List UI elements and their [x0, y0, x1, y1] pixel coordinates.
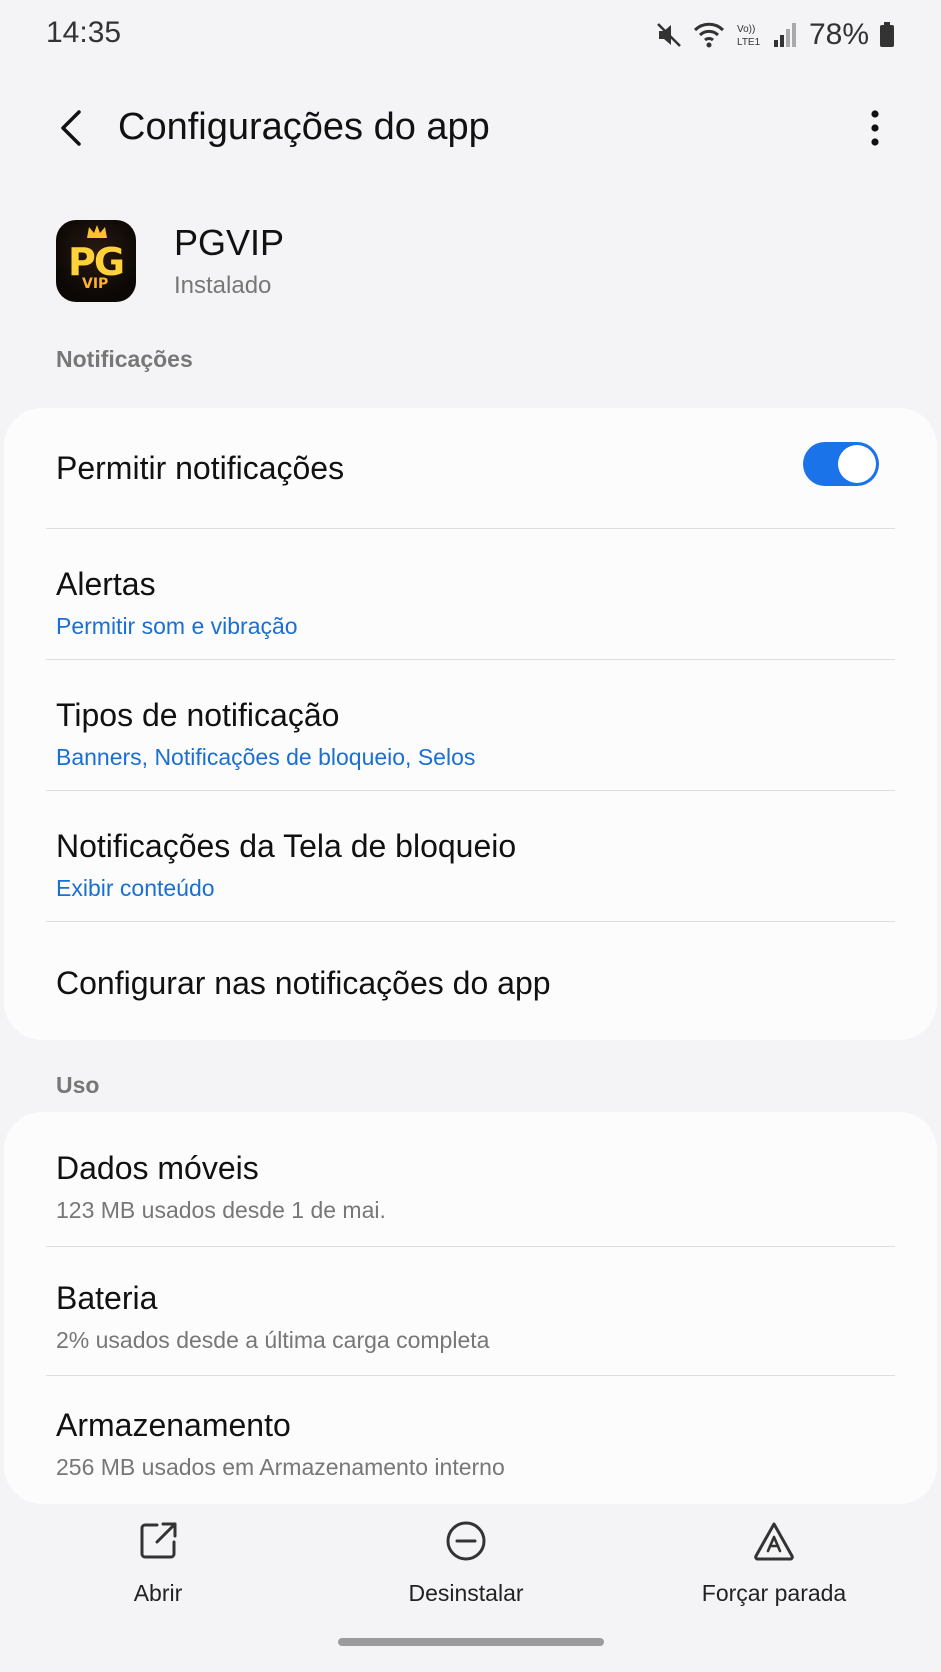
- storage-subtitle: 256 MB usados em Armazenamento interno: [56, 1454, 505, 1480]
- battery-icon: [879, 22, 895, 48]
- app-install-status: Instalado: [174, 272, 272, 299]
- section-label-usage: Uso: [56, 1072, 100, 1098]
- back-arrow-icon: [61, 110, 81, 146]
- app-settings-screen: 14:35 Vo)) LTE1 78% Configurações do app…: [0, 0, 941, 1672]
- status-bar: 14:35 Vo)) LTE1 78%: [0, 0, 941, 70]
- section-label-notifications: Notificações: [56, 346, 193, 372]
- uninstall-button-label: Desinstalar: [408, 1580, 524, 1606]
- bottom-action-bar: Abrir Desinstalar Forçar parada: [0, 1520, 941, 1620]
- storage-title: Armazenamento: [56, 1407, 291, 1443]
- app-name: PGVIP: [174, 222, 285, 263]
- force-stop-warning-icon: [754, 1522, 794, 1561]
- app-meta: PGVIP Instalado: [174, 222, 284, 300]
- notifications-card: Permitir notificações Alertas Permitir s…: [4, 408, 937, 1040]
- mobile-data-title: Dados móveis: [56, 1150, 259, 1186]
- home-indicator[interactable]: [338, 1638, 604, 1646]
- battery-percent: 78%: [808, 18, 869, 51]
- svg-text:Vo)): Vo)): [737, 24, 755, 35]
- usage-card: Dados móveis 123 MB usados desde 1 de ma…: [4, 1112, 937, 1504]
- app-icon: PG VIP: [56, 220, 136, 302]
- battery-subtitle: 2% usados desde a última carga completa: [56, 1327, 490, 1353]
- configure-app-notifications-row[interactable]: Configurar nas notificações do app: [4, 921, 937, 1040]
- signal-icon: [773, 22, 797, 48]
- uninstall-minus-circle-icon: [446, 1521, 486, 1561]
- open-button[interactable]: Abrir: [98, 1520, 218, 1607]
- force-stop-button-label: Forçar parada: [701, 1580, 847, 1606]
- more-options-button[interactable]: [855, 104, 895, 152]
- battery-row[interactable]: Bateria 2% usados desde a última carga c…: [4, 1246, 937, 1375]
- more-vertical-icon: [871, 110, 879, 146]
- status-time: 14:35: [46, 16, 122, 49]
- configure-app-notifications-title: Configurar nas notificações do app: [56, 965, 551, 1001]
- mobile-data-row[interactable]: Dados móveis 123 MB usados desde 1 de ma…: [4, 1112, 937, 1246]
- lockscreen-notifications-row[interactable]: Notificações da Tela de bloqueio Exibir …: [4, 790, 937, 921]
- open-button-label: Abrir: [133, 1580, 183, 1606]
- lockscreen-notifications-subtitle: Exibir conteúdo: [56, 875, 215, 901]
- battery-title: Bateria: [56, 1280, 158, 1316]
- mobile-data-subtitle: 123 MB usados desde 1 de mai.: [56, 1197, 386, 1223]
- open-external-icon: [140, 1522, 177, 1559]
- force-stop-button[interactable]: Forçar parada: [688, 1520, 860, 1607]
- app-bar: Configurações do app: [0, 90, 941, 166]
- back-button[interactable]: [48, 104, 96, 152]
- app-header: PG VIP PGVIP Instalado: [56, 220, 284, 302]
- volte-icon: Vo)) LTE1: [735, 21, 763, 49]
- app-icon-subtext: VIP: [82, 276, 109, 292]
- notification-types-row[interactable]: Tipos de notificação Banners, Notificaçõ…: [4, 659, 937, 790]
- allow-notifications-label: Permitir notificações: [56, 450, 345, 486]
- alerts-row[interactable]: Alertas Permitir som e vibração: [4, 528, 937, 659]
- lockscreen-notifications-title: Notificações da Tela de bloqueio: [56, 828, 517, 864]
- svg-text:LTE1: LTE1: [737, 37, 761, 48]
- notification-types-subtitle: Banners, Notificações de bloqueio, Selos: [56, 744, 476, 770]
- notification-types-title: Tipos de notificação: [56, 697, 340, 733]
- mute-icon: [655, 21, 683, 49]
- uninstall-button[interactable]: Desinstalar: [396, 1520, 536, 1607]
- crown-icon: [87, 225, 107, 238]
- alerts-title: Alertas: [56, 566, 156, 602]
- alerts-subtitle: Permitir som e vibração: [56, 613, 298, 639]
- wifi-icon: [693, 21, 725, 49]
- status-icons: Vo)) LTE1 78%: [655, 18, 895, 52]
- page-title: Configurações do app: [118, 106, 490, 148]
- storage-row[interactable]: Armazenamento 256 MB usados em Armazenam…: [4, 1375, 937, 1504]
- allow-notifications-toggle[interactable]: [803, 442, 879, 486]
- toggle-knob: [838, 445, 876, 483]
- allow-notifications-row[interactable]: Permitir notificações: [4, 408, 937, 528]
